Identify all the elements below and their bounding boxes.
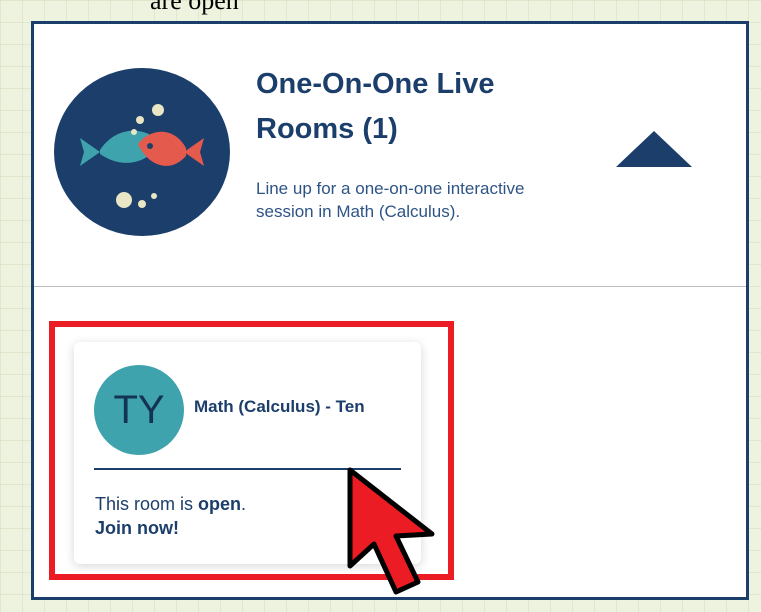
fish-logo-icon xyxy=(54,68,230,236)
triangle-up-icon[interactable] xyxy=(616,131,692,167)
avatar: TY xyxy=(94,365,184,455)
room-status-prefix: This room is xyxy=(95,494,199,514)
join-now-link[interactable]: Join now! xyxy=(95,517,179,539)
room-name: Math (Calculus) - Ten xyxy=(194,397,365,416)
page-top-text: are open xyxy=(150,0,239,15)
section-description: Line up for a one-on-one interactive ses… xyxy=(256,179,525,221)
panel-header[interactable]: One-On-One Live Rooms (1) Line up for a … xyxy=(34,24,746,287)
room-status: This room is open. xyxy=(95,493,246,515)
room-status-suffix: . xyxy=(241,494,247,514)
mouse-pointer-icon xyxy=(347,467,435,595)
live-rooms-panel: One-On-One Live Rooms (1) Line up for a … xyxy=(31,21,749,600)
section-title: One-On-One Live Rooms (1) xyxy=(256,68,495,145)
room-status-value: open xyxy=(198,494,242,514)
